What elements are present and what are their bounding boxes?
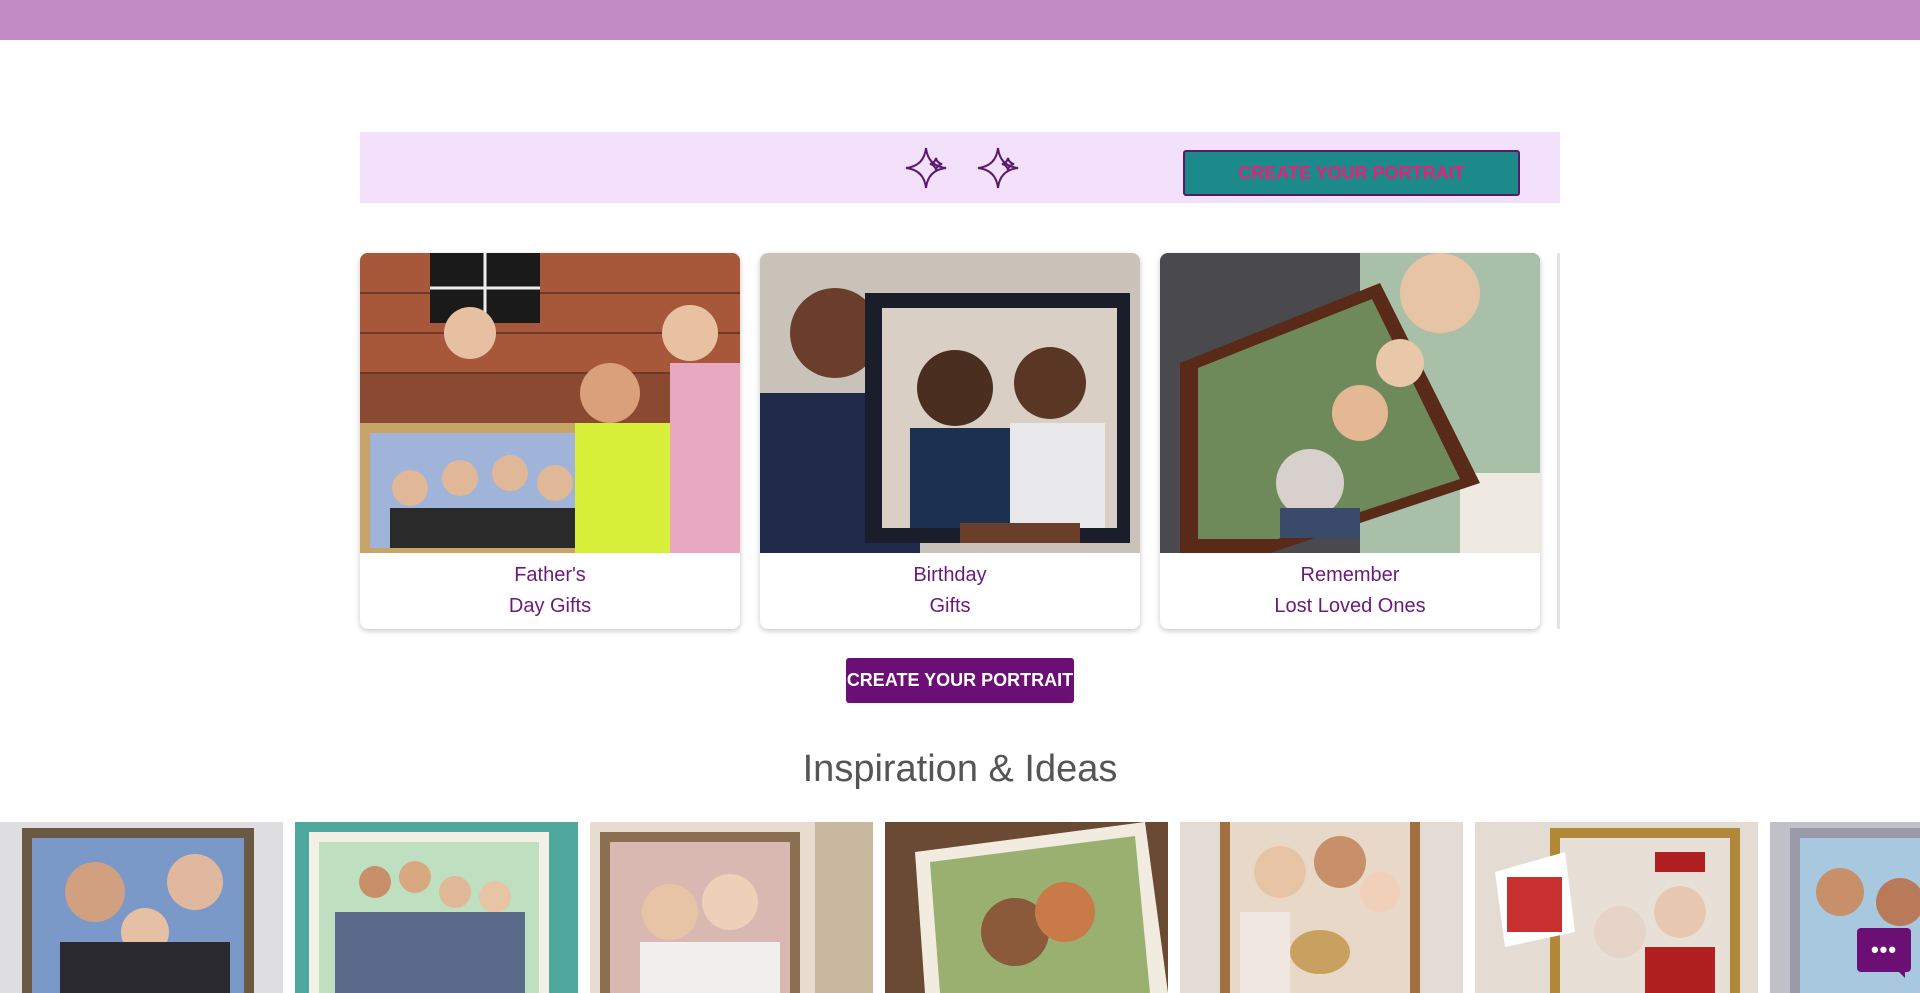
- gallery-item[interactable]: [885, 822, 1168, 993]
- occasion-cards: Father's Day Gifts Birthday Gifts Rememb…: [360, 253, 1560, 629]
- top-banner: [0, 0, 1920, 40]
- promo-create-portrait-button[interactable]: CREATE YOUR PORTRAIT: [1183, 150, 1520, 196]
- sparkles-icon: [905, 147, 1019, 189]
- card-fathers-day[interactable]: Father's Day Gifts: [360, 253, 740, 629]
- card-caption-line2: Gifts: [929, 595, 971, 617]
- card-caption-line1: Remember: [1300, 564, 1400, 586]
- card-caption-line1: Birthday: [913, 564, 987, 586]
- gallery-item[interactable]: [1475, 822, 1758, 993]
- card-caption-line1: Father's: [514, 564, 586, 586]
- card-caption: Birthday Gifts: [760, 553, 1140, 629]
- card-caption: Remember Lost Loved Ones: [1160, 553, 1540, 629]
- gallery-item[interactable]: [295, 822, 578, 993]
- card-caption-line2: Lost Loved Ones: [1274, 595, 1426, 617]
- inspiration-gallery: [0, 822, 1920, 993]
- card-image: [760, 253, 1140, 553]
- card-birthday[interactable]: Birthday Gifts: [760, 253, 1140, 629]
- gallery-item[interactable]: [590, 822, 873, 993]
- create-portrait-button[interactable]: CREATE YOUR PORTRAIT: [846, 658, 1074, 703]
- gallery-item[interactable]: [0, 822, 283, 993]
- next-card-edge: [1557, 253, 1560, 629]
- card-image: [360, 253, 740, 553]
- chat-icon[interactable]: •••: [1857, 928, 1911, 978]
- card-caption: Father's Day Gifts: [360, 553, 740, 629]
- promo-bar: CREATE YOUR PORTRAIT: [360, 132, 1560, 203]
- card-image: [1160, 253, 1540, 553]
- gallery-item[interactable]: [1180, 822, 1463, 993]
- card-caption-line2: Day Gifts: [508, 595, 592, 617]
- card-remember-loved-ones[interactable]: Remember Lost Loved Ones: [1160, 253, 1540, 629]
- section-title: Inspiration & Ideas: [802, 748, 1118, 790]
